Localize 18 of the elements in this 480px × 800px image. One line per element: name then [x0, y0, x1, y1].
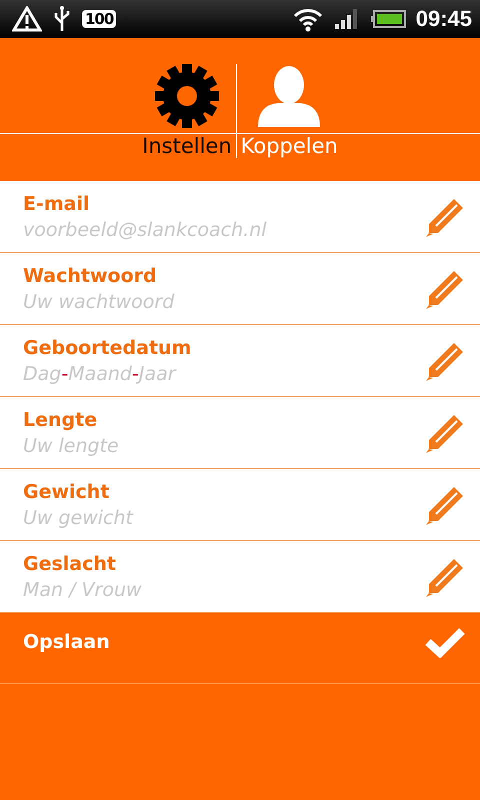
clock-time: 09:45: [416, 6, 472, 32]
field-label: Wachtwoord: [23, 264, 158, 286]
field-label: Lengte: [23, 408, 98, 430]
field-label: Geboortedatum: [23, 336, 192, 358]
battery-icon: [370, 9, 406, 29]
person-icon: [256, 64, 322, 128]
field-label: Geslacht: [23, 552, 117, 574]
warning-icon: [12, 6, 42, 32]
notification-badge: 100: [82, 10, 116, 28]
field-label: E-mail: [23, 192, 91, 214]
field-label: Gewicht: [23, 480, 110, 502]
tab[interactable]: Instellen: [138, 64, 236, 158]
gear-icon: [152, 64, 221, 128]
usb-icon: [52, 5, 72, 33]
signal-icon: [334, 8, 360, 30]
checkmark-icon: [424, 626, 466, 658]
wifi-icon: [292, 6, 324, 32]
tab[interactable]: Koppelen: [236, 64, 342, 158]
